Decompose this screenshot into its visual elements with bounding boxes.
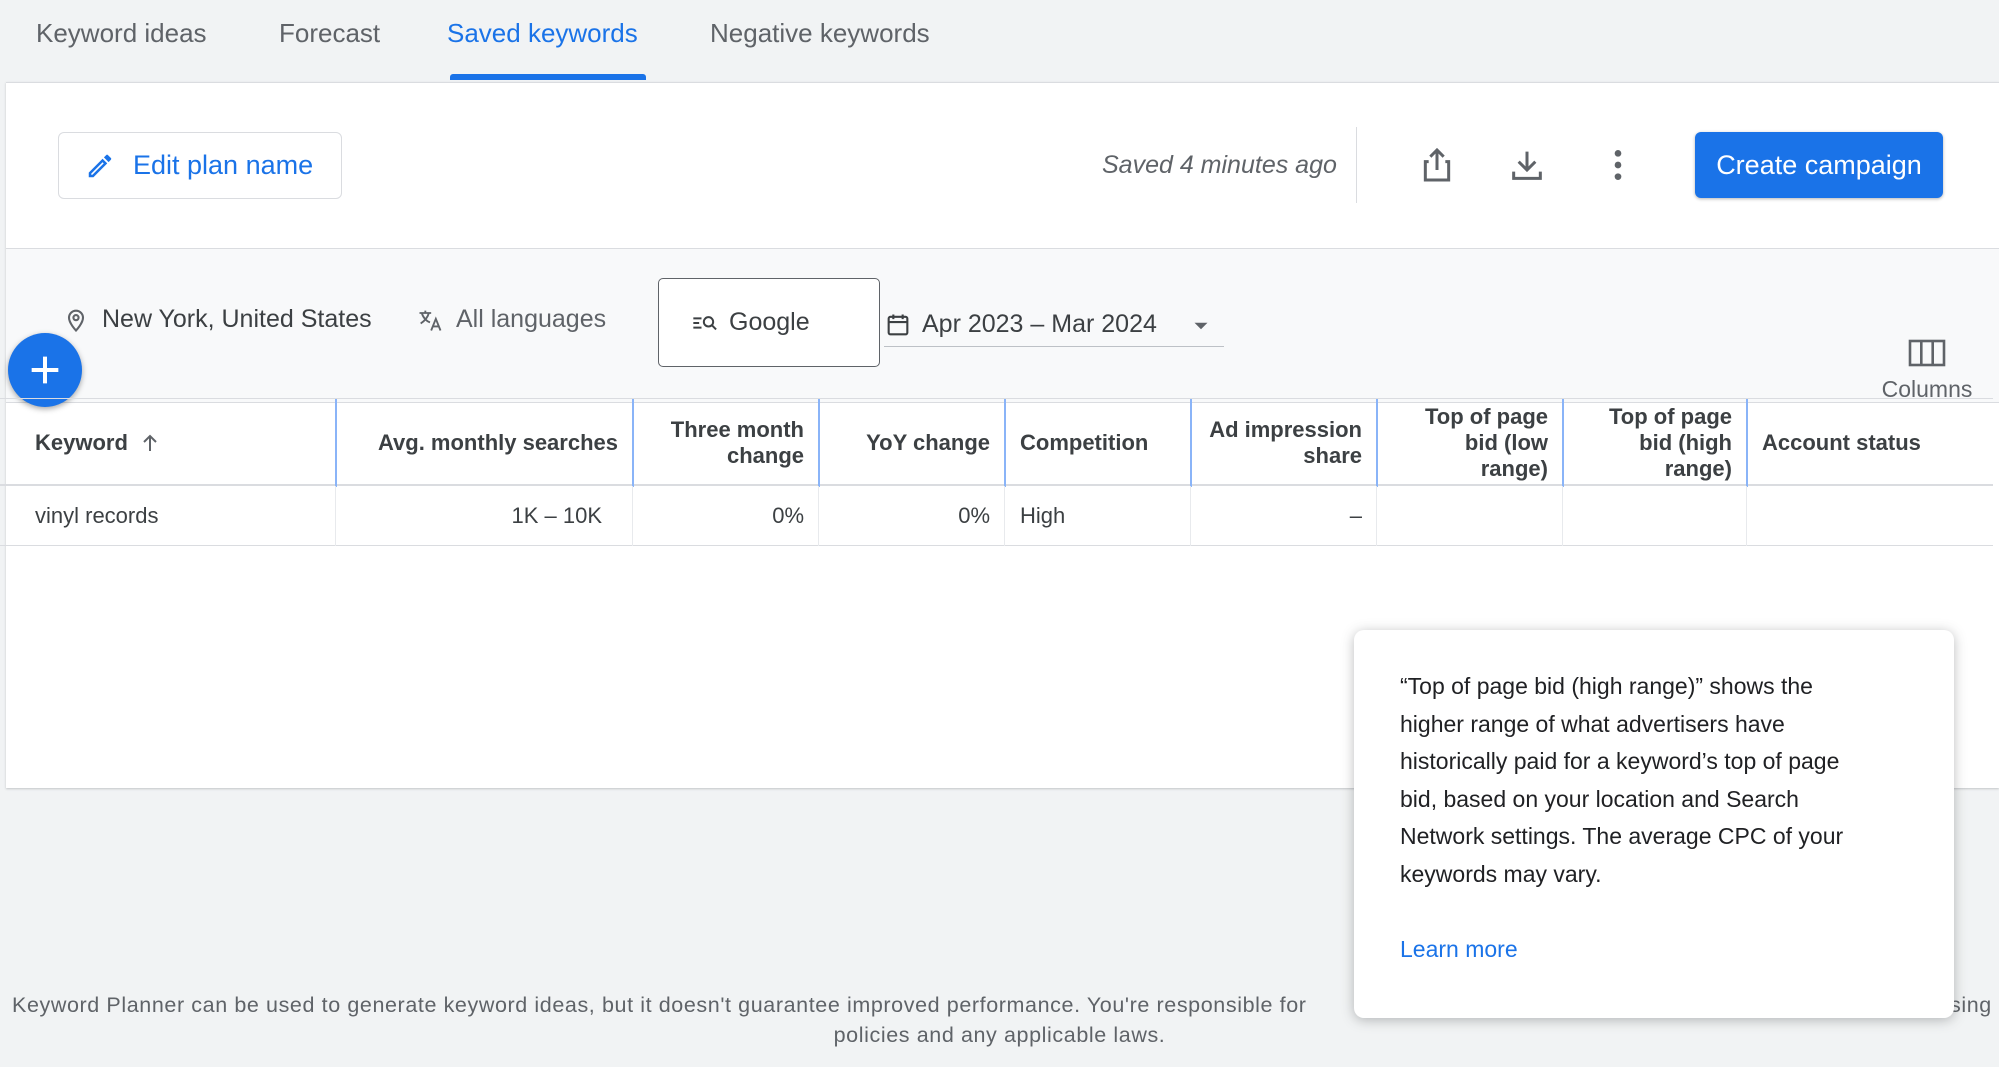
cell-yoy-change: 0% bbox=[958, 503, 990, 528]
edit-plan-name-label: Edit plan name bbox=[133, 150, 314, 180]
header-avg-monthly-searches[interactable]: Avg. monthly searches bbox=[336, 399, 633, 487]
translate-icon bbox=[419, 310, 442, 331]
header-line: bid (high bbox=[1639, 430, 1732, 455]
tab-bar: Keyword ideas Forecast Saved keywords Ne… bbox=[0, 0, 1999, 82]
search-network-icon bbox=[693, 315, 717, 330]
active-tab-indicator bbox=[450, 74, 646, 80]
cell-competition: High bbox=[1020, 503, 1066, 528]
header-line: Top of page bbox=[1608, 404, 1732, 429]
cell-ad-impression-share: – bbox=[1349, 503, 1362, 528]
header-top-of-page-bid-high-label: Top of page bid (high range) bbox=[1609, 404, 1732, 482]
add-keyword-button[interactable] bbox=[8, 333, 82, 407]
share-icon bbox=[1423, 147, 1451, 182]
columns-icon bbox=[1908, 339, 1946, 367]
header-ad-impression-share-label: Ad impression share bbox=[1209, 417, 1362, 469]
table-header-row: Keyword Avg. monthly searches Three mont… bbox=[0, 398, 1993, 487]
tab-keyword-ideas[interactable]: Keyword ideas bbox=[36, 18, 207, 49]
filter-bar: New York, United States All languages Go… bbox=[6, 249, 1999, 403]
plus-icon bbox=[31, 356, 59, 384]
calendar-icon bbox=[887, 314, 909, 335]
language-filter[interactable]: All languages bbox=[416, 305, 606, 334]
tooltip-line: “Top of page bid (high range)” shows the bbox=[1400, 673, 1813, 699]
download-button[interactable] bbox=[1503, 141, 1551, 189]
header-account-status-label: Account status bbox=[1762, 430, 1921, 455]
cell-three-month-change: 0% bbox=[772, 503, 804, 528]
header-three-month-change-label: Three month change bbox=[671, 417, 804, 469]
pencil-icon bbox=[88, 154, 112, 177]
cell-keyword[interactable]: vinyl records bbox=[20, 486, 336, 546]
header-avg-monthly-searches-label: Avg. monthly searches bbox=[377, 430, 618, 455]
learn-more-link[interactable]: Learn more bbox=[1400, 936, 1518, 963]
disclaimer-text-right: sing bbox=[1950, 993, 1992, 1017]
header-keyword[interactable]: Keyword bbox=[20, 399, 336, 487]
share-button[interactable] bbox=[1413, 141, 1461, 189]
sort-ascending-icon bbox=[143, 434, 157, 451]
tooltip-line: historically paid for a keyword’s top of… bbox=[1400, 748, 1840, 774]
tab-negative-keywords[interactable]: Negative keywords bbox=[710, 18, 930, 49]
language-label: All languages bbox=[456, 305, 607, 333]
header-yoy-change[interactable]: YoY change bbox=[819, 399, 1005, 487]
location-label: New York, United States bbox=[102, 305, 372, 333]
header-ad-impression-share[interactable]: Ad impression share bbox=[1191, 399, 1377, 487]
header-line: Top of page bbox=[1424, 404, 1548, 429]
header-line: share bbox=[1303, 443, 1362, 468]
header-yoy-change-label: YoY change bbox=[866, 430, 990, 455]
toolbar-divider bbox=[1356, 127, 1357, 203]
header-line: range) bbox=[1664, 456, 1732, 481]
table-row[interactable]: vinyl records 1K – 10K 0% 0% High – bbox=[0, 486, 1993, 546]
header-competition-label: Competition bbox=[1020, 430, 1149, 455]
more-vert-icon bbox=[1614, 150, 1622, 180]
tooltip-line: keywords may vary. bbox=[1400, 860, 1602, 887]
tooltip-line: bid, based on your location and Search bbox=[1400, 785, 1799, 812]
cell-separator bbox=[1562, 486, 1563, 546]
plan-toolbar: Edit plan name Saved 4 minutes ago Creat… bbox=[6, 83, 1999, 249]
location-pin-icon bbox=[67, 309, 85, 332]
edit-plan-name-button[interactable]: Edit plan name bbox=[58, 132, 342, 199]
header-top-of-page-bid-low-label: Top of page bid (low range) bbox=[1392, 404, 1548, 482]
tooltip-line: Network settings. The average CPC of you… bbox=[1400, 823, 1844, 849]
header-line: bid (low range) bbox=[1464, 430, 1548, 481]
header-keyword-label: Keyword bbox=[35, 430, 128, 455]
cell-avg-monthly-searches: 1K – 10K bbox=[511, 503, 602, 528]
download-icon bbox=[1512, 151, 1542, 180]
saved-status: Saved 4 minutes ago bbox=[1102, 151, 1337, 179]
dropdown-caret-icon bbox=[1194, 322, 1208, 330]
header-competition[interactable]: Competition bbox=[1005, 399, 1191, 487]
disclaimer-line-2: policies and any applicable laws. bbox=[833, 1023, 1166, 1047]
header-account-status[interactable]: Account status bbox=[1747, 399, 1993, 487]
create-campaign-button[interactable]: Create campaign bbox=[1695, 132, 1943, 198]
header-line: Ad impression bbox=[1209, 417, 1362, 442]
header-top-of-page-bid-high[interactable]: Top of page bid (high range) bbox=[1563, 399, 1747, 487]
cell-separator bbox=[1746, 486, 1747, 546]
bid-high-range-tooltip: “Top of page bid (high range)” shows the… bbox=[1354, 630, 1954, 1018]
tooltip-text: “Top of page bid (high range)” shows the… bbox=[1400, 668, 1908, 893]
cell-separator bbox=[1376, 486, 1377, 546]
location-filter[interactable]: New York, United States bbox=[62, 305, 372, 334]
network-label: Google bbox=[729, 308, 810, 336]
more-options-button[interactable] bbox=[1594, 141, 1642, 189]
header-top-of-page-bid-low[interactable]: Top of page bid (low range) bbox=[1377, 399, 1563, 487]
search-network-selector[interactable]: Google bbox=[658, 278, 880, 367]
header-line: change bbox=[726, 443, 804, 468]
date-range-label: Apr 2023 – Mar 2024 bbox=[922, 310, 1157, 338]
disclaimer-text-left: Keyword Planner can be used to generate … bbox=[12, 993, 1307, 1017]
date-range-selector[interactable]: Apr 2023 – Mar 2024 bbox=[884, 303, 1224, 347]
header-line: Three month bbox=[670, 417, 804, 442]
header-three-month-change[interactable]: Three month change bbox=[633, 399, 819, 487]
tab-forecast[interactable]: Forecast bbox=[279, 18, 380, 49]
tooltip-line: higher range of what advertisers have bbox=[1400, 710, 1785, 737]
tab-saved-keywords[interactable]: Saved keywords bbox=[447, 18, 638, 49]
